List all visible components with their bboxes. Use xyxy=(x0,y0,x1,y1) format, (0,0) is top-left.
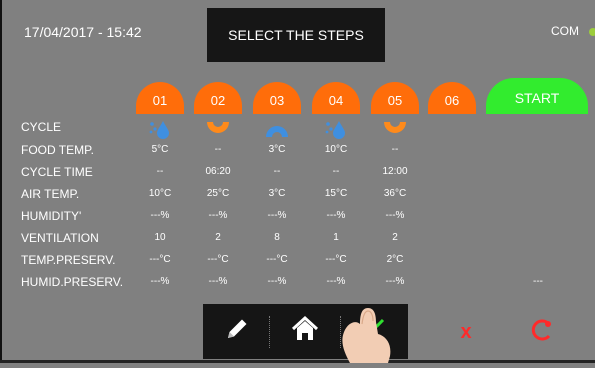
page-title: SELECT THE STEPS xyxy=(207,8,385,62)
row-label-humidity: HUMIDITY' xyxy=(21,209,82,223)
edit-button[interactable] xyxy=(203,304,271,359)
cell-temp-preserv-05[interactable]: 2°C xyxy=(371,254,419,265)
cell-cycle-time-04[interactable]: -- xyxy=(312,166,360,177)
row-label-air-temp: AIR TEMP. xyxy=(21,187,80,201)
cell-humid-preserv-05[interactable]: ---% xyxy=(371,276,419,287)
row-label-food-temp: FOOD TEMP. xyxy=(21,143,94,157)
cell-humidity-04[interactable]: ---% xyxy=(312,210,360,221)
cell-cycle-time-03[interactable]: -- xyxy=(253,166,301,177)
cell-ventilation-04[interactable]: 1 xyxy=(312,232,360,243)
cell-air-temp-01[interactable]: 10°C xyxy=(136,188,184,199)
reset-button[interactable] xyxy=(523,314,559,350)
step-tab-05[interactable]: 05 xyxy=(371,82,419,114)
step-tab-01[interactable]: 01 xyxy=(136,82,184,114)
com-status-dot xyxy=(589,28,595,36)
cell-humidity-03[interactable]: ---% xyxy=(253,210,301,221)
cell-ventilation-02[interactable]: 2 xyxy=(194,232,242,243)
pointing-finger-image xyxy=(330,300,400,368)
cell-cycle-time-01[interactable]: -- xyxy=(136,166,184,177)
row-label-ventilation: VENTILATION xyxy=(21,231,99,245)
cell-air-temp-02[interactable]: 25°C xyxy=(194,188,242,199)
cell-humid-preserv-01[interactable]: ---% xyxy=(136,276,184,287)
datetime: 17/04/2017 - 15:42 xyxy=(24,24,142,40)
drops-blue-icon[interactable] xyxy=(312,118,360,140)
cell-humid-preserv-03[interactable]: ---% xyxy=(253,276,301,287)
cell-air-temp-05[interactable]: 36°C xyxy=(371,188,419,199)
hot-arc-orange-icon[interactable] xyxy=(194,118,242,140)
home-icon xyxy=(291,315,319,348)
cell-ventilation-05[interactable]: 2 xyxy=(371,232,419,243)
cell-ventilation-03[interactable]: 8 xyxy=(253,232,301,243)
reset-icon xyxy=(528,317,554,348)
com-status-label: COM xyxy=(551,24,579,38)
cell-humidity-02[interactable]: ---% xyxy=(194,210,242,221)
cell-humid-preserv-start: --- xyxy=(533,276,543,287)
cell-temp-preserv-03[interactable]: ---°C xyxy=(253,254,301,265)
cell-food-temp-03[interactable]: 3°C xyxy=(253,144,301,155)
row-label-humid-preserv: HUMID.PRESERV. xyxy=(21,275,124,289)
cell-food-temp-04[interactable]: 10°C xyxy=(312,144,360,155)
step-tab-02[interactable]: 02 xyxy=(194,82,242,114)
x-icon: x xyxy=(460,320,472,343)
row-label-temp-preserv: TEMP.PRESERV. xyxy=(21,253,116,267)
cell-humid-preserv-02[interactable]: ---% xyxy=(194,276,242,287)
start-button[interactable]: START xyxy=(486,78,588,114)
row-label-cycle-time: CYCLE TIME xyxy=(21,165,93,179)
screen-frame-left xyxy=(0,0,2,363)
cell-food-temp-02[interactable]: -- xyxy=(194,144,242,155)
cell-temp-preserv-04[interactable]: ---°C xyxy=(312,254,360,265)
cell-food-temp-01[interactable]: 5°C xyxy=(136,144,184,155)
step-tab-06[interactable]: 06 xyxy=(428,82,476,114)
cell-humidity-01[interactable]: ---% xyxy=(136,210,184,221)
cold-arc-blue-icon[interactable] xyxy=(253,118,301,140)
home-button[interactable] xyxy=(271,304,339,359)
cell-cycle-time-02[interactable]: 06:20 xyxy=(194,166,242,177)
step-tab-04[interactable]: 04 xyxy=(312,82,360,114)
cancel-button[interactable]: x xyxy=(452,316,480,348)
cell-humidity-05[interactable]: ---% xyxy=(371,210,419,221)
cell-ventilation-01[interactable]: 10 xyxy=(136,232,184,243)
row-label-cycle: CYCLE xyxy=(21,120,62,134)
hot-arc-orange-icon[interactable] xyxy=(371,118,419,140)
step-tab-03[interactable]: 03 xyxy=(253,82,301,114)
cell-temp-preserv-01[interactable]: ---°C xyxy=(136,254,184,265)
cell-air-temp-03[interactable]: 3°C xyxy=(253,188,301,199)
drops-blue-icon[interactable] xyxy=(136,118,184,140)
toolbar-divider xyxy=(269,316,270,348)
cell-air-temp-04[interactable]: 15°C xyxy=(312,188,360,199)
cell-humid-preserv-04[interactable]: ---% xyxy=(312,276,360,287)
pencil-icon xyxy=(224,316,250,347)
cell-food-temp-05[interactable]: -- xyxy=(371,144,419,155)
cell-cycle-time-05[interactable]: 12:00 xyxy=(371,166,419,177)
cell-temp-preserv-02[interactable]: ---°C xyxy=(194,254,242,265)
